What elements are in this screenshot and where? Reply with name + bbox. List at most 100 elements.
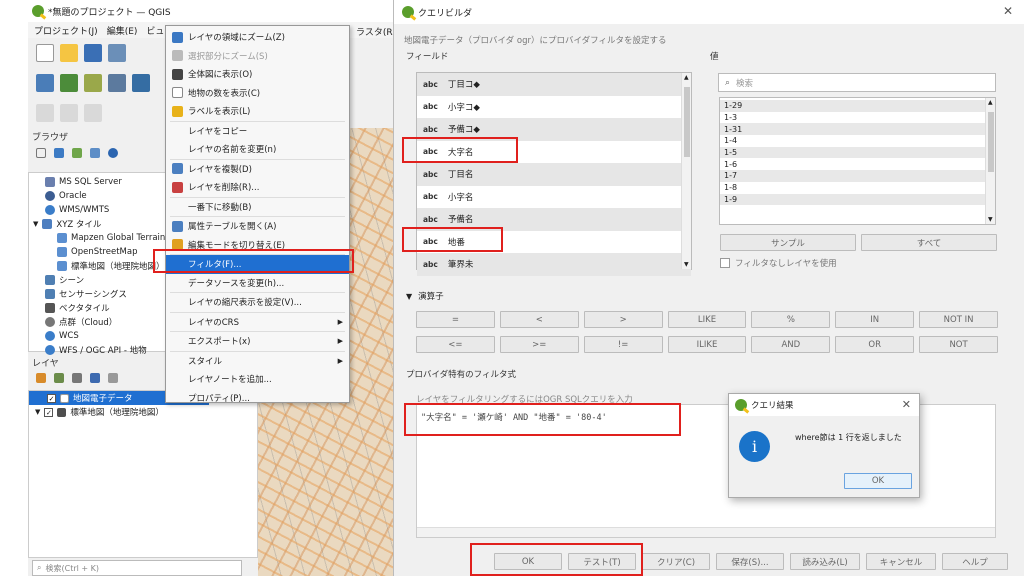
context-menu-item[interactable]: レイヤを削除(R)...	[166, 178, 349, 197]
value-item[interactable]: 1-7	[720, 170, 995, 182]
layer-checkbox[interactable]: ✓	[47, 393, 56, 403]
operator-button[interactable]: NOT	[919, 336, 998, 353]
operator-button[interactable]: IN	[835, 311, 915, 328]
context-menu-item[interactable]: データソースを変更(h)...	[166, 274, 349, 293]
operator-button[interactable]: AND	[751, 336, 831, 353]
operator-button[interactable]: %	[751, 311, 831, 328]
submenu-arrow-icon: ▶	[337, 317, 343, 326]
operator-button[interactable]: NOT IN	[919, 311, 998, 328]
operator-button[interactable]: OR	[835, 336, 915, 353]
context-menu-item[interactable]: 一番下に移動(B)	[166, 198, 349, 217]
use-unfiltered-checkbox[interactable]: フィルタなしレイヤを使用	[720, 257, 837, 269]
expression-filter-icon[interactable]	[108, 373, 118, 383]
collapse-arrow-icon: ▼	[406, 291, 413, 301]
context-menu-item[interactable]: プロパティ(P)...	[166, 389, 349, 408]
field-name: 丁目名	[447, 170, 474, 181]
visibility-icon[interactable]	[72, 373, 82, 383]
info-icon[interactable]	[108, 148, 118, 158]
context-menu-item[interactable]: 属性テーブルを開く(A)	[166, 217, 349, 236]
operator-button[interactable]: <	[499, 311, 579, 328]
context-menu-item[interactable]: エクスポート(x) ▶	[166, 332, 349, 351]
close-icon[interactable]: ✕	[1003, 4, 1013, 18]
field-name: 予備コ◆	[447, 125, 480, 136]
locator-search[interactable]: ⌕ 検索(Ctrl + K)	[32, 560, 242, 576]
context-menu-item[interactable]: レイヤをコピー	[166, 122, 349, 141]
data-source-manager-icon[interactable]	[36, 74, 54, 92]
menu-edit[interactable]: 編集(E)	[107, 24, 138, 37]
expression-hscrollbar[interactable]	[417, 527, 995, 537]
field-item[interactable]: abc 丁目コ◆	[417, 73, 691, 96]
field-item[interactable]: abc 丁目名	[417, 163, 691, 186]
operator-button[interactable]: <=	[416, 336, 495, 353]
add-group-icon[interactable]	[54, 373, 64, 383]
field-item[interactable]: abc 小字コ◆	[417, 96, 691, 119]
open-project-icon[interactable]	[60, 44, 78, 62]
all-values-button[interactable]: すべて	[861, 234, 997, 251]
values-search-input[interactable]: ⌕ 検索	[718, 73, 996, 92]
cancel-button[interactable]: キャンセル	[866, 553, 936, 570]
select-feature-icon[interactable]	[60, 104, 78, 122]
context-menu-item[interactable]: レイヤの領域にズーム(Z)	[166, 28, 349, 47]
operator-button[interactable]: >	[583, 311, 663, 328]
context-menu-item[interactable]: レイヤの縮尺表示を設定(V)...	[166, 293, 349, 312]
context-menu-item[interactable]: レイヤの名前を変更(n)	[166, 140, 349, 159]
new-layer-icon[interactable]	[108, 74, 126, 92]
identify-icon[interactable]	[84, 104, 102, 122]
operator-button[interactable]: LIKE	[667, 311, 747, 328]
value-item[interactable]: 1-9	[720, 193, 995, 206]
sample-button[interactable]: サンプル	[720, 234, 856, 251]
save-project-icon[interactable]	[84, 44, 102, 62]
field-item[interactable]: abc 小字名	[417, 186, 691, 209]
value-item[interactable]: 1-29	[720, 100, 995, 112]
new-project-icon[interactable]	[36, 44, 54, 62]
layer-checkbox[interactable]: ✓	[44, 407, 54, 417]
menu-project[interactable]: プロジェクト(J)	[34, 24, 98, 37]
context-menu-item[interactable]: ラベルを表示(L)	[166, 102, 349, 121]
add-csv-icon[interactable]	[84, 74, 102, 92]
value-item[interactable]: 1-3	[720, 112, 995, 124]
digitize-icon[interactable]	[36, 104, 54, 122]
layer-item-gsi[interactable]: ▼ ✓ 標準地図（地理院地図）	[29, 405, 257, 419]
value-item[interactable]: 1-6	[720, 158, 995, 170]
save-as-icon[interactable]	[108, 44, 126, 62]
layer-styling-icon[interactable]	[36, 373, 46, 383]
context-menu-item[interactable]: 地物の数を表示(C)	[166, 84, 349, 103]
expand-arrow-icon[interactable]: ▼	[35, 408, 40, 416]
save-button[interactable]: 保存(S)...	[716, 553, 784, 570]
operator-button[interactable]: >=	[499, 336, 579, 353]
oracle-icon	[45, 191, 55, 201]
value-item[interactable]: 1-8	[720, 182, 995, 194]
context-menu-item-label: エクスポート(x)	[188, 337, 251, 348]
values-scrollbar[interactable]: ▲ ▼	[985, 98, 995, 224]
collapse-all-icon[interactable]	[90, 148, 100, 158]
refresh-icon[interactable]	[54, 148, 64, 158]
provider-filter-label: プロバイダ特有のフィルタ式	[406, 370, 516, 380]
operator-button[interactable]: ILIKE	[667, 336, 747, 353]
add-selected-icon[interactable]	[36, 148, 46, 158]
result-ok-button[interactable]: OK	[844, 473, 912, 489]
expand-arrow-icon[interactable]: ▼	[33, 220, 38, 228]
context-menu-item[interactable]: レイヤを複製(D)	[166, 160, 349, 179]
context-menu-item[interactable]: レイヤノートを追加...	[166, 370, 349, 389]
add-vector-icon[interactable]	[60, 74, 78, 92]
context-menu-item[interactable]: レイヤのCRS ▶	[166, 313, 349, 332]
context-menu-item[interactable]: スタイル ▶	[166, 352, 349, 371]
operator-button[interactable]: !=	[583, 336, 663, 353]
menu-raster[interactable]: ラスタ(R)	[356, 25, 396, 38]
filter-legend-icon[interactable]	[90, 373, 100, 383]
field-item[interactable]: abc 筆界未	[417, 253, 691, 276]
operator-button[interactable]: =	[416, 311, 495, 328]
add-db-icon[interactable]	[132, 74, 150, 92]
context-menu-item[interactable]: 全体図に表示(O)	[166, 65, 349, 84]
context-menu-item[interactable]: 選択部分にズーム(S)	[166, 47, 349, 66]
load-button[interactable]: 読み込み(L)	[790, 553, 860, 570]
close-icon[interactable]: ✕	[902, 398, 911, 411]
fields-scrollbar[interactable]: ▲ ▼	[681, 73, 691, 269]
value-item[interactable]: 1-5	[720, 146, 995, 159]
filter-browser-icon[interactable]	[72, 148, 82, 158]
value-item[interactable]: 1-4	[720, 135, 995, 147]
value-item[interactable]: 1-31	[720, 123, 995, 136]
help-button[interactable]: ヘルプ	[942, 553, 1008, 570]
clear-button[interactable]: クリア(C)	[642, 553, 710, 570]
operators-header[interactable]: ▼ 演算子	[406, 290, 444, 303]
